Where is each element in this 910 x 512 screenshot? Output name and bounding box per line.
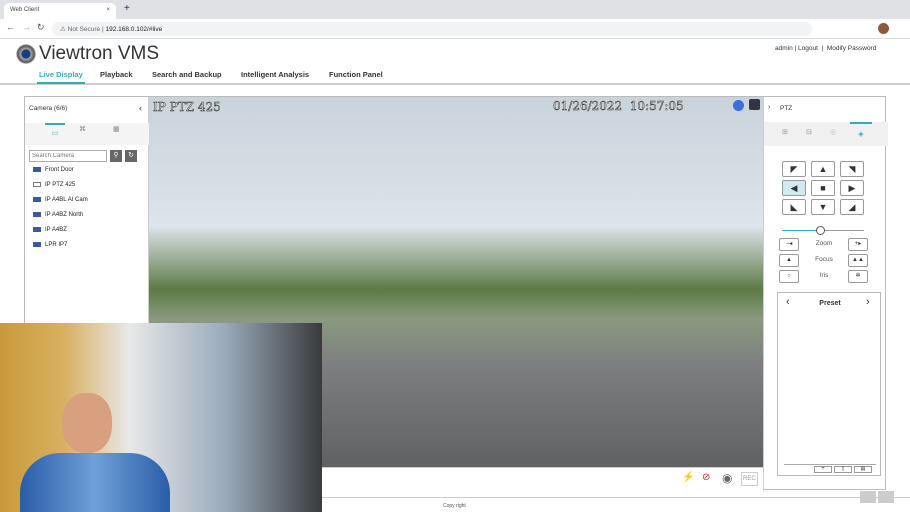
edit-preset-button[interactable]: ▤: [854, 466, 872, 473]
modify-password-link[interactable]: Modify Password: [827, 45, 877, 52]
nav-search-backup[interactable]: Search and Backup: [152, 70, 222, 79]
ptz-title: PTZ: [780, 105, 793, 112]
zoom-out-button[interactable]: −◂: [779, 238, 799, 251]
camera-panel-tabs: ▭ ⌘ ▦: [25, 123, 149, 145]
camera-icon: [33, 227, 41, 232]
speed-slider[interactable]: [782, 226, 864, 235]
user-menu: admin | Logout | Modify Password: [775, 45, 877, 52]
preset-panel: ‹ Preset › + ▯ ▤: [777, 292, 881, 476]
nav-intelligent-analysis[interactable]: Intelligent Analysis: [241, 70, 309, 79]
osd-camera-name: IP PTZ 425: [153, 100, 221, 115]
nav-playback[interactable]: Playback: [100, 70, 133, 79]
search-camera-input[interactable]: [29, 150, 107, 162]
zoom-label: Zoom: [815, 240, 833, 247]
tab-title: Web Client: [10, 7, 40, 13]
logout-link[interactable]: admin | Logout: [775, 45, 818, 52]
zoom-in-button[interactable]: +▸: [848, 238, 868, 251]
ptz-up-button[interactable]: ▲: [811, 161, 835, 177]
refresh-icon[interactable]: ↻: [125, 150, 137, 162]
add-preset-button[interactable]: +: [814, 466, 832, 473]
camera-item[interactable]: IP A4BZ North: [33, 212, 83, 218]
ptz-down-button[interactable]: ▼: [811, 199, 835, 215]
logo-icon: [16, 43, 36, 64]
record-button-icon[interactable]: ◉: [722, 471, 732, 485]
ptz-camera-tab-icon[interactable]: ⊟: [806, 128, 812, 136]
stream-icon[interactable]: [749, 99, 760, 110]
rec-icon[interactable]: REC: [741, 472, 758, 486]
camera-icon: [33, 242, 41, 247]
ptz-up-left-button[interactable]: ◤: [782, 161, 806, 177]
profile-avatar[interactable]: [878, 23, 889, 34]
security-label: Not Secure: [67, 26, 101, 33]
nav-function-panel[interactable]: Function Panel: [329, 70, 383, 79]
app-logo: Viewtron VMS: [16, 43, 159, 65]
iris-close-button[interactable]: ○: [779, 270, 799, 283]
camera-item[interactable]: LPR IP7: [33, 242, 67, 248]
ptz-down-left-button[interactable]: ◣: [782, 199, 806, 215]
camera-icon: [33, 197, 41, 202]
minimize-panel-button[interactable]: [860, 491, 876, 503]
focus-near-button[interactable]: ▲: [779, 254, 799, 267]
url-field[interactable]: ⚠ Not Secure | 192.168.0.102/#live: [52, 22, 812, 36]
camera-item[interactable]: Front Door: [33, 167, 74, 173]
delete-preset-button[interactable]: ▯: [834, 466, 852, 473]
new-tab-icon[interactable]: +: [124, 3, 130, 14]
speed-slider-handle[interactable]: [816, 226, 825, 235]
settings-panel-button[interactable]: [878, 491, 894, 503]
presenter-webcam-overlay: [0, 323, 322, 512]
ptz-stop-button[interactable]: ■: [811, 180, 835, 196]
osd-timestamp: 01/26/2022 10:57:05: [553, 99, 684, 114]
expand-ptz-icon[interactable]: ›: [768, 104, 770, 111]
presenter-face: [62, 393, 112, 453]
camera-panel-title: Camera (6/6): [29, 105, 68, 112]
snapshot-icon[interactable]: ⚡: [682, 472, 694, 483]
ptz-focus-tab-icon[interactable]: ⊞: [782, 128, 788, 136]
browser-tab[interactable]: Web Client ×: [4, 3, 116, 19]
ptz-camera-icon: [33, 182, 41, 187]
browser-tab-bar: Web Client × +: [0, 0, 910, 19]
preset-prev-icon[interactable]: ‹: [786, 296, 790, 308]
camera-item[interactable]: IP A4BZ: [33, 227, 67, 233]
url-text: 192.168.0.102/#live: [105, 26, 163, 33]
ptz-up-right-button[interactable]: ◥: [840, 161, 864, 177]
group-tree-tab-icon[interactable]: ⌘: [79, 125, 86, 133]
camera-icon: [33, 212, 41, 217]
address-bar: ← → ↻ ⚠ Not Secure | 192.168.0.102/#live: [0, 19, 910, 39]
app-header: Viewtron VMS admin | Logout | Modify Pas…: [0, 39, 910, 85]
ptz-tabs: ⊞ ⊟ ◎ ◈: [764, 122, 888, 146]
iris-label: Iris: [819, 272, 829, 279]
camera-item[interactable]: IP PTZ 425: [33, 182, 75, 188]
camera-list-tab-icon[interactable]: ▭: [45, 123, 65, 143]
focus-far-button[interactable]: ▲▲: [848, 254, 868, 267]
record-status-dot: [733, 100, 744, 111]
close-tab-icon[interactable]: ×: [106, 7, 110, 13]
layout-tab-icon[interactable]: ▦: [113, 125, 120, 133]
camera-icon: [33, 167, 41, 172]
ptz-control-tab-icon[interactable]: ◈: [850, 122, 872, 146]
nav-live-display[interactable]: Live Display: [37, 70, 85, 84]
ptz-right-button[interactable]: ▶: [840, 180, 864, 196]
preset-label: Preset: [819, 300, 841, 307]
speed-slider-fill: [782, 230, 819, 231]
collapse-left-icon[interactable]: ‹: [139, 103, 142, 113]
reload-icon[interactable]: ↻: [37, 22, 45, 33]
preset-next-icon[interactable]: ›: [866, 296, 870, 308]
audio-off-icon[interactable]: ⊘: [702, 472, 710, 483]
ptz-panel: › PTZ ⊞ ⊟ ◎ ◈ ◤ ▲ ◥ ◀ ■ ▶ ◣ ▼ ◢ −◂ Zoom …: [763, 97, 888, 491]
ptz-settings-tab-icon[interactable]: ◎: [830, 128, 836, 136]
focus-label: Focus: [815, 256, 833, 263]
forward-icon[interactable]: →: [22, 22, 31, 32]
ptz-left-button[interactable]: ◀: [782, 180, 806, 196]
search-icon[interactable]: ⚲: [110, 150, 122, 162]
copyright-text: Copy right: [443, 503, 466, 509]
presenter-shirt: [20, 453, 170, 512]
iris-open-button[interactable]: ✲: [848, 270, 868, 283]
back-icon[interactable]: ←: [6, 22, 15, 32]
ptz-down-right-button[interactable]: ◢: [840, 199, 864, 215]
camera-item[interactable]: IP A4BL AI Cam: [33, 197, 88, 203]
